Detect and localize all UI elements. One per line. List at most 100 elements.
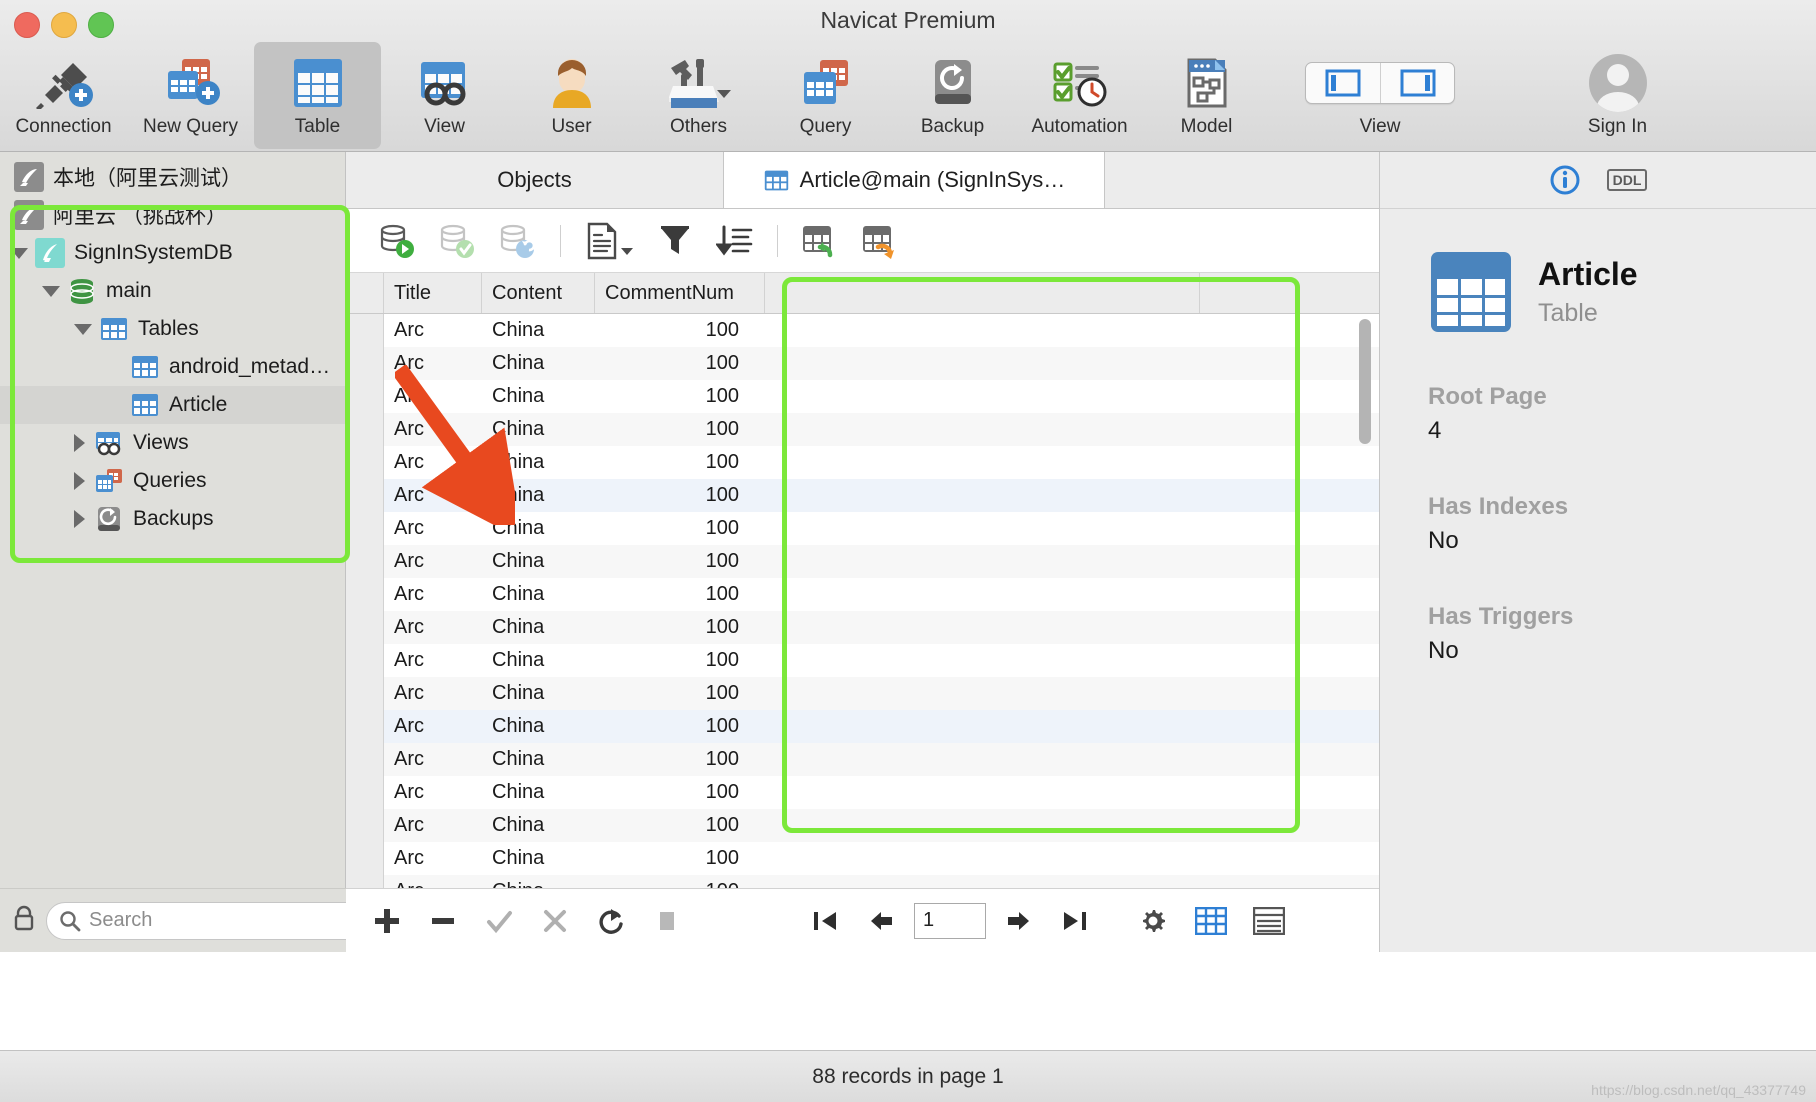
cell-title[interactable]: Arc xyxy=(384,677,482,710)
cell-title[interactable]: Arc xyxy=(384,380,482,413)
sidebar-item-main[interactable]: main xyxy=(0,272,345,310)
cell-content[interactable]: China xyxy=(482,479,595,512)
cell-content[interactable]: China xyxy=(482,512,595,545)
table-row[interactable]: ArcChina100 xyxy=(346,380,1379,413)
prev-page-icon[interactable] xyxy=(858,898,904,944)
twisty-closed-icon[interactable] xyxy=(74,510,85,528)
cell-content[interactable]: China xyxy=(482,776,595,809)
cell-commentnum[interactable]: 100 xyxy=(595,578,765,611)
chevron-down-icon[interactable] xyxy=(620,247,633,255)
table-row[interactable]: ArcChina100 xyxy=(346,446,1379,479)
sidebar-item-article[interactable]: Article xyxy=(0,386,345,424)
panel-right-icon[interactable] xyxy=(1380,63,1454,103)
add-record-button[interactable] xyxy=(364,898,410,944)
twisty-open-icon[interactable] xyxy=(74,323,92,335)
cell-title[interactable]: Arc xyxy=(384,776,482,809)
last-page-icon[interactable] xyxy=(1052,898,1098,944)
toolbar-user[interactable]: User xyxy=(508,42,635,149)
import-wizard-button[interactable] xyxy=(790,217,850,265)
row-gutter[interactable] xyxy=(346,545,384,578)
cell-content[interactable]: China xyxy=(482,743,595,776)
table-row[interactable]: ArcChina100 xyxy=(346,545,1379,578)
row-gutter[interactable] xyxy=(346,776,384,809)
row-gutter[interactable] xyxy=(346,842,384,875)
cell-commentnum[interactable]: 100 xyxy=(595,743,765,776)
sidebar-item-tables[interactable]: Tables xyxy=(0,310,345,348)
table-row[interactable]: ArcChina100 xyxy=(346,677,1379,710)
toolbar-view[interactable]: View xyxy=(381,42,508,149)
row-gutter[interactable] xyxy=(346,710,384,743)
cell-commentnum[interactable]: 100 xyxy=(595,347,765,380)
data-grid-body[interactable]: Arc China 100 Arc China 100 Arc China 100 Arc Chin… xyxy=(346,314,1379,916)
cell-empty[interactable] xyxy=(765,710,1200,743)
cell-title[interactable]: Arc xyxy=(384,314,482,347)
begin-transaction-button[interactable] xyxy=(368,217,428,265)
row-gutter[interactable] xyxy=(346,380,384,413)
cell-content[interactable]: China xyxy=(482,611,595,644)
toolbar-query[interactable]: Query xyxy=(762,42,889,149)
cell-title[interactable]: Arc xyxy=(384,578,482,611)
cell-title[interactable]: Arc xyxy=(384,743,482,776)
table-row[interactable]: ArcChina100 xyxy=(346,512,1379,545)
form-view-icon[interactable] xyxy=(1246,898,1292,944)
cell-commentnum[interactable]: 100 xyxy=(595,545,765,578)
cell-commentnum[interactable]: 100 xyxy=(595,842,765,875)
search-input[interactable] xyxy=(89,909,354,932)
table-row[interactable]: ArcChina100 xyxy=(346,743,1379,776)
sidebar-item-signinsystemdb[interactable]: SignInSystemDB xyxy=(0,234,345,272)
cell-commentnum[interactable]: 100 xyxy=(595,677,765,710)
ddl-button[interactable]: DDL xyxy=(1606,169,1648,191)
cell-empty[interactable] xyxy=(765,611,1200,644)
sort-button[interactable] xyxy=(705,217,765,265)
toolbar-connection[interactable]: Connection xyxy=(0,42,127,149)
sidebar-item-aliyun-challenge-cup[interactable]: 阿里云 （挑战杯） xyxy=(0,196,345,234)
table-row[interactable]: ArcChina100 xyxy=(346,413,1379,446)
table-row[interactable]: ArcChina100 xyxy=(346,347,1379,380)
cell-content[interactable]: China xyxy=(482,578,595,611)
table-row[interactable]: ArcChina100 xyxy=(346,809,1379,842)
row-gutter[interactable] xyxy=(346,578,384,611)
panel-left-icon[interactable] xyxy=(1306,63,1380,103)
toolbar-automation[interactable]: Automation xyxy=(1016,42,1143,149)
cell-content[interactable]: China xyxy=(482,677,595,710)
row-gutter[interactable] xyxy=(346,809,384,842)
cell-content[interactable]: China xyxy=(482,644,595,677)
apply-changes-button[interactable] xyxy=(476,898,522,944)
cell-content[interactable]: China xyxy=(482,347,595,380)
toolbar-table[interactable]: Table xyxy=(254,42,381,149)
cell-title[interactable]: Arc xyxy=(384,512,482,545)
table-row[interactable]: ArcChina100 xyxy=(346,578,1379,611)
cell-empty[interactable] xyxy=(765,545,1200,578)
row-gutter[interactable] xyxy=(346,347,384,380)
next-page-icon[interactable] xyxy=(996,898,1042,944)
row-gutter[interactable] xyxy=(346,743,384,776)
cell-empty[interactable] xyxy=(765,479,1200,512)
table-row[interactable]: ArcChina100 xyxy=(346,644,1379,677)
cell-empty[interactable] xyxy=(765,347,1200,380)
toolbar-backup[interactable]: Backup xyxy=(889,42,1016,149)
cell-content[interactable]: China xyxy=(482,413,595,446)
twisty-open-icon[interactable] xyxy=(42,285,60,297)
row-gutter[interactable] xyxy=(346,413,384,446)
text-view-button[interactable] xyxy=(573,217,645,265)
cell-title[interactable]: Arc xyxy=(384,842,482,875)
sidebar-item-backups[interactable]: Backups xyxy=(0,500,345,538)
row-gutter[interactable] xyxy=(346,446,384,479)
filter-button[interactable] xyxy=(645,217,705,265)
cell-commentnum[interactable]: 100 xyxy=(595,479,765,512)
cell-title[interactable]: Arc xyxy=(384,611,482,644)
twisty-closed-icon[interactable] xyxy=(74,434,85,452)
gear-icon[interactable] xyxy=(1130,898,1176,944)
cell-empty[interactable] xyxy=(765,446,1200,479)
column-header-content[interactable]: Content xyxy=(482,273,595,313)
row-gutter[interactable] xyxy=(346,512,384,545)
cell-empty[interactable] xyxy=(765,776,1200,809)
cell-content[interactable]: China xyxy=(482,314,595,347)
toolbar-model[interactable]: Model xyxy=(1143,42,1270,149)
cell-commentnum[interactable]: 100 xyxy=(595,380,765,413)
twisty-closed-icon[interactable] xyxy=(74,472,85,490)
cell-title[interactable]: Arc xyxy=(384,545,482,578)
table-row[interactable]: ArcChina100 xyxy=(346,776,1379,809)
cell-content[interactable]: China xyxy=(482,380,595,413)
toolbar-others[interactable]: Others xyxy=(635,42,762,149)
